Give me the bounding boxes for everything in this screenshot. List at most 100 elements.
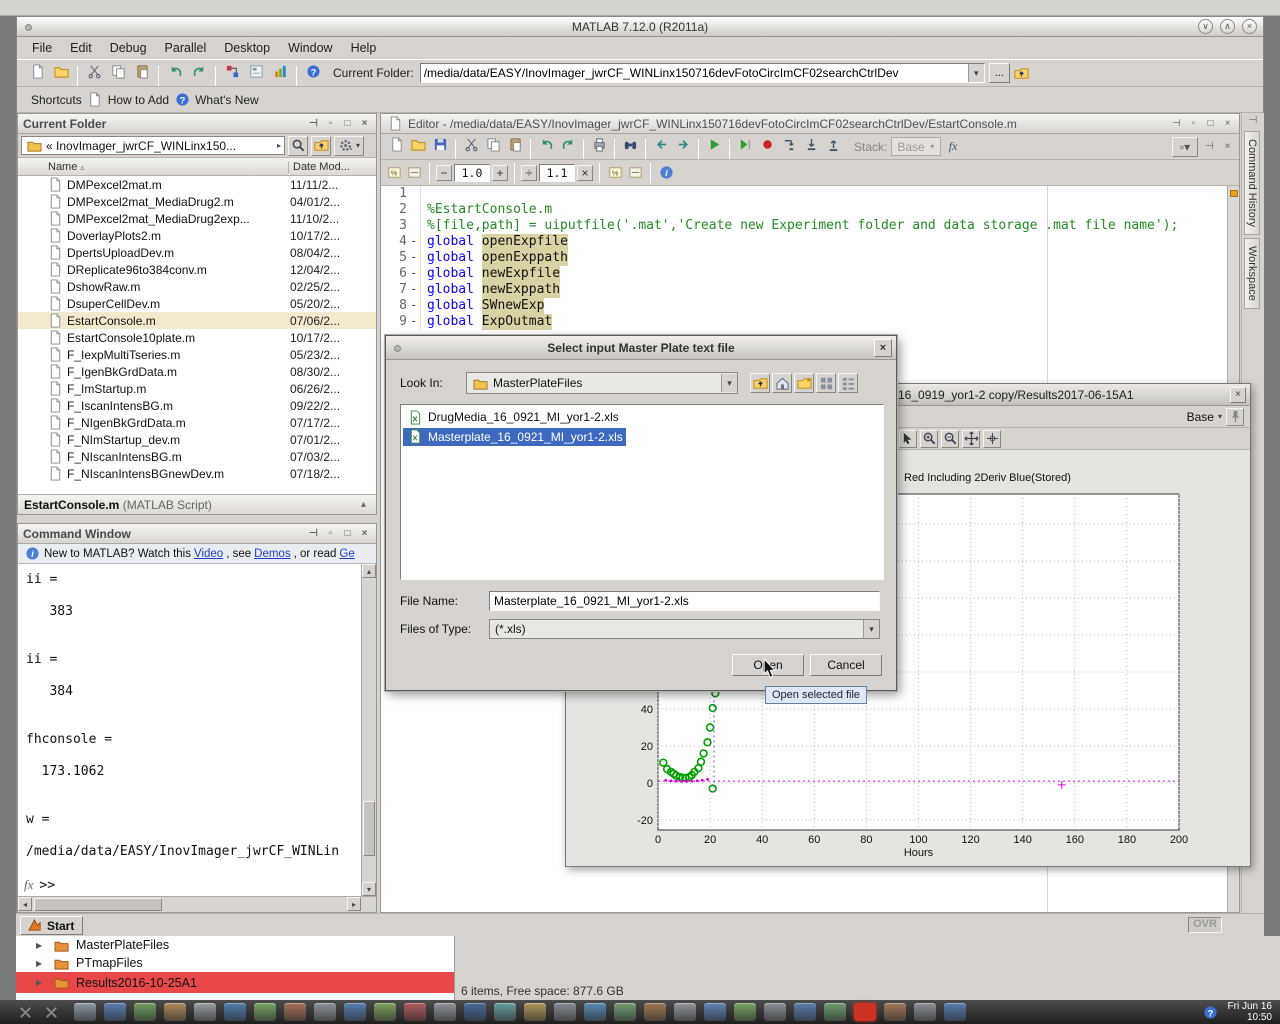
clock[interactable]: Fri Jun 16 10:50: [1228, 1001, 1272, 1023]
app-icon[interactable]: [134, 1003, 156, 1021]
file-row[interactable]: DMPexcel2mat_MediaDrug2.m04/01/2...: [18, 193, 376, 210]
expand-caret-icon[interactable]: ▶: [36, 941, 46, 950]
app-icon[interactable]: [584, 1003, 606, 1021]
breakpoint-gutter[interactable]: [407, 202, 421, 218]
tray-icon[interactable]: ?: [1202, 1003, 1220, 1021]
app-icon[interactable]: [494, 1003, 516, 1021]
close-icon[interactable]: ×: [1230, 387, 1246, 403]
scroll-up-icon[interactable]: ▴: [362, 564, 376, 578]
file-row[interactable]: DReplicate96to384conv.m12/04/2...: [18, 261, 376, 278]
up-one-level-button[interactable]: [311, 136, 331, 156]
app-icon[interactable]: [674, 1003, 696, 1021]
app-icon[interactable]: [434, 1003, 456, 1021]
function-hint-icon[interactable]: fx: [949, 139, 958, 154]
file-row[interactable]: F_NIscanIntensBG.m07/03/2...: [18, 448, 376, 465]
breakpoint-gutter[interactable]: [407, 186, 421, 202]
publish-icon[interactable]: %: [606, 164, 624, 182]
menu-parallel[interactable]: Parallel: [156, 38, 216, 58]
dialog-titlebar[interactable]: Select input Master Plate text file ×: [386, 336, 896, 360]
dock-tab-command-history[interactable]: Command History: [1244, 131, 1260, 235]
app-icon[interactable]: [284, 1003, 306, 1021]
details-view-button[interactable]: [838, 373, 858, 393]
chevron-down-icon[interactable]: ▾: [863, 620, 879, 638]
breakpoint-gutter[interactable]: -: [407, 314, 421, 330]
maximize-panel-icon[interactable]: □: [341, 528, 354, 539]
step-out-button[interactable]: [822, 134, 844, 156]
tool-icon-1[interactable]: [16, 1003, 34, 1021]
undo-button[interactable]: [535, 134, 557, 156]
file-row[interactable]: DMPexcel2mat_MediaDrug2exp...11/10/2...: [18, 210, 376, 227]
video-link[interactable]: Video: [194, 548, 223, 560]
close-panel-icon[interactable]: ×: [358, 118, 371, 129]
close-panel-icon[interactable]: ×: [358, 528, 371, 539]
actions-gear-button[interactable]: ▾: [334, 136, 364, 156]
minimize-panel-icon[interactable]: ▫: [324, 528, 337, 539]
copy-button[interactable]: [482, 134, 504, 156]
dock-icon[interactable]: ⊣: [1203, 141, 1216, 152]
redo-button[interactable]: [187, 60, 211, 84]
app-icon[interactable]: [164, 1003, 186, 1021]
simulink-button[interactable]: [220, 60, 244, 84]
file-details-bar[interactable]: EstartConsole.m (MATLAB Script) ▴: [18, 494, 376, 514]
current-folder-path-input[interactable]: [424, 66, 968, 80]
files-of-type-select[interactable]: (*.xls) ▾: [489, 619, 880, 639]
look-in-select[interactable]: MasterPlateFiles ▾: [466, 372, 738, 394]
info-icon[interactable]: i: [657, 164, 675, 182]
open-file-button[interactable]: [407, 134, 429, 156]
zoom-out-button[interactable]: [941, 430, 959, 448]
tool-icon-2[interactable]: [42, 1003, 60, 1021]
insert-cell-icon[interactable]: %: [385, 164, 403, 182]
menu-desktop[interactable]: Desktop: [215, 38, 279, 58]
find-button[interactable]: [619, 134, 641, 156]
dock-icon[interactable]: ⊣: [1170, 118, 1183, 129]
step-in-button[interactable]: [800, 134, 822, 156]
run-section-button[interactable]: [734, 134, 756, 156]
app-icon[interactable]: [254, 1003, 276, 1021]
up-one-level-button[interactable]: [750, 373, 770, 393]
current-folder-header[interactable]: Current Folder ⊣ ▫ □ ×: [18, 114, 376, 134]
breakpoint-gutter[interactable]: -: [407, 282, 421, 298]
app-icon[interactable]: [884, 1003, 906, 1021]
pan-button[interactable]: [962, 430, 980, 448]
app-icon[interactable]: [464, 1003, 486, 1021]
new-folder-button[interactable]: *: [794, 373, 814, 393]
search-button[interactable]: [288, 136, 308, 156]
app-icon[interactable]: [224, 1003, 246, 1021]
breakpoint-gutter[interactable]: -: [407, 266, 421, 282]
print-button[interactable]: [588, 134, 610, 156]
menu-help[interactable]: Help: [342, 38, 386, 58]
list-view-button[interactable]: [816, 373, 836, 393]
step-button[interactable]: [778, 134, 800, 156]
chevron-right-icon[interactable]: ▸: [277, 141, 284, 150]
app-icon[interactable]: [614, 1003, 636, 1021]
demos-link[interactable]: Demos: [254, 548, 290, 560]
run-button[interactable]: [703, 134, 725, 156]
new-script-button[interactable]: [385, 134, 407, 156]
edit-plot-button[interactable]: [899, 430, 917, 448]
breakpoint-gutter[interactable]: -: [407, 250, 421, 266]
decrease-value-button[interactable]: −: [436, 165, 452, 181]
shortcuts-menu[interactable]: Shortcuts: [31, 93, 82, 107]
paste-button[interactable]: [130, 60, 154, 84]
breakpoint-gutter[interactable]: -: [407, 234, 421, 250]
app-icon[interactable]: [914, 1003, 936, 1021]
scroll-down-icon[interactable]: ▾: [362, 882, 376, 896]
menu-edit[interactable]: Edit: [61, 38, 101, 58]
up-one-level-button[interactable]: [1010, 61, 1034, 85]
dock-icon[interactable]: ⊣: [307, 118, 320, 129]
file-row[interactable]: EstartConsole.m07/06/2...: [18, 312, 376, 329]
code-line[interactable]: 8-global SWnewExp: [381, 298, 1227, 314]
code-line[interactable]: 1: [381, 186, 1227, 202]
code-line[interactable]: 9-global ExpOutmat: [381, 314, 1227, 330]
profiler-button[interactable]: [268, 60, 292, 84]
paste-button[interactable]: [504, 134, 526, 156]
minimize-panel-icon[interactable]: ▫: [324, 118, 337, 129]
expand-caret-icon[interactable]: ▶: [36, 978, 46, 987]
app-icon[interactable]: [524, 1003, 546, 1021]
file-row[interactable]: F_IscanIntensBG.m09/22/2...: [18, 397, 376, 414]
matlab-titlebar[interactable]: MATLAB 7.12.0 (R2011a) ∨ ∧ ×: [17, 17, 1263, 37]
shortcut-how-to-add[interactable]: How to Add: [86, 91, 169, 109]
publish-settings-icon[interactable]: [626, 164, 644, 182]
function-browser-icon[interactable]: fx: [24, 877, 33, 892]
minimize-panel-icon[interactable]: ▫: [1187, 118, 1200, 129]
